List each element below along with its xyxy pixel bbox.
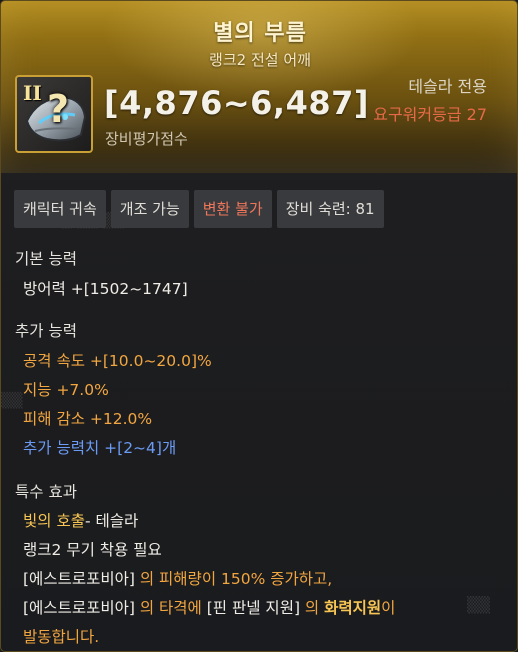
effect-text: 의 타격에	[134, 599, 207, 617]
rank-numeral: II	[23, 81, 42, 105]
skill-ref-fin-panel: [핀 판넬 지원]	[206, 599, 300, 617]
tag-gear-mastery: 장비 숙련: 81	[276, 190, 384, 228]
item-rank-type: 랭크2 전설 어깨	[209, 51, 311, 69]
item-tooltip: 별의 부름 랭크2 전설 어깨 II ? [4,876~6,487] 장비평가점…	[0, 0, 518, 652]
stat-additional-count: 추가 능력치 +[2~4]개	[23, 439, 177, 457]
level-requirement: 요구워커등급 27	[373, 105, 487, 124]
stat-attack-speed: 공격 속도 +[10.0~20.0]%	[23, 352, 212, 370]
special-skill-name: 빛의 호출	[23, 512, 85, 530]
gear-score: [4,876~6,487]	[104, 84, 369, 122]
skill-ref-fire-support: 화력지원	[324, 599, 382, 617]
tooltip-header: 별의 부름 랭크2 전설 어깨 II ? [4,876~6,487] 장비평가점…	[1, 1, 517, 173]
tag-not-convertible: 변환 불가	[193, 190, 272, 228]
item-name: 별의 부름	[213, 21, 307, 46]
special-effect-line-3: 발동합니다.	[23, 628, 100, 646]
item-icon-slot[interactable]: II ?	[15, 75, 93, 153]
item-tags: 캐릭터 귀속 개조 가능 변환 불가 장비 숙련: 81	[14, 190, 384, 228]
effect-text: 의 피해량이 150% 증가하고,	[134, 570, 333, 588]
tag-character-bound: 캐릭터 귀속	[14, 190, 106, 228]
skill-ref-estrophobia: [에스트로포비아]	[23, 599, 135, 617]
additional-stats-header: 추가 능력	[15, 322, 77, 340]
special-skill-line: 빛의 호출- 테슬라	[23, 509, 138, 531]
special-requirement: 랭크2 무기 착용 필요	[23, 541, 162, 559]
tag-modifiable: 개조 가능	[110, 190, 189, 228]
background-ghost-text: ▒▒	[467, 596, 491, 614]
class-requirement: 테슬라 전용	[408, 77, 487, 96]
stat-intelligence: 지능 +7.0%	[23, 381, 109, 399]
question-mark-icon: ?	[47, 87, 70, 131]
special-effect-header: 특수 효과	[15, 483, 77, 501]
effect-text: 의	[300, 599, 325, 617]
stat-defense: 방어력 +[1502~1747]	[23, 280, 188, 298]
skill-ref-estrophobia: [에스트로포비아]	[23, 570, 135, 588]
special-effect-line-2: [에스트로포비아] 의 타격에 [핀 판넬 지원] 의 화력지원이	[23, 596, 395, 618]
background-ghost-text: ▒▒	[1, 393, 23, 409]
special-skill-owner: - 테슬라	[84, 512, 139, 530]
gear-score-label: 장비평가점수	[105, 130, 188, 148]
effect-text: 이	[381, 599, 396, 617]
stat-damage-reduction: 피해 감소 +12.0%	[23, 410, 153, 428]
basic-stats-header: 기본 능력	[15, 250, 77, 268]
special-effect-line-1: [에스트로포비아] 의 피해량이 150% 증가하고,	[23, 567, 332, 589]
